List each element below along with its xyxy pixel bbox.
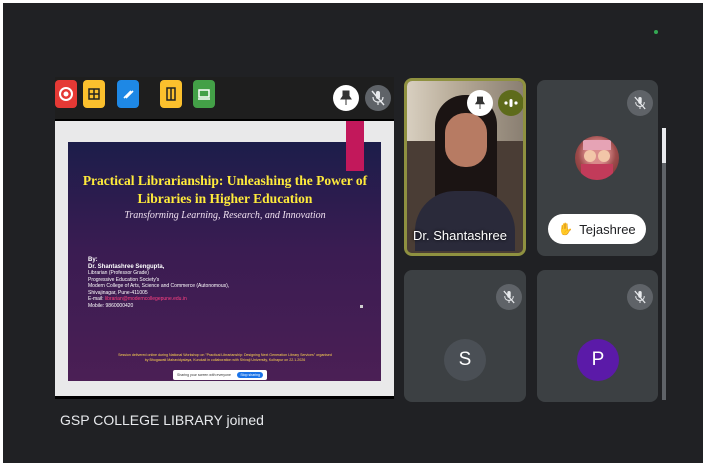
scrollbar-thumb[interactable] <box>662 128 666 163</box>
participant-tile-tejashree[interactable]: ✋ Tejashree <box>537 80 658 256</box>
pin-icon[interactable] <box>333 85 359 111</box>
screen-share-chip: Sharing your screen with everyone Stop s… <box>173 370 267 380</box>
participant-tile-s[interactable]: S <box>404 270 526 402</box>
slide-footnote: Session delivered online during National… <box>118 353 332 362</box>
scrollbar-track[interactable] <box>662 128 666 400</box>
presentation-toolbar <box>55 77 394 119</box>
participant-tile-p[interactable]: P <box>537 270 658 402</box>
mic-off-icon <box>627 90 653 116</box>
pin-icon[interactable] <box>467 90 493 116</box>
presentation-tile[interactable]: Practical Librarianship: Unleashing the … <box>55 77 394 399</box>
avatar <box>575 136 619 180</box>
cursor <box>360 305 363 308</box>
raise-hand-icon: ✋ <box>558 222 574 236</box>
document-icon[interactable] <box>193 80 215 108</box>
avatar: P <box>577 339 619 381</box>
pencil-icon[interactable] <box>117 80 139 108</box>
slide-subtitle: Transforming Learning, Research, and Inn… <box>124 210 326 221</box>
mic-off-icon <box>496 284 522 310</box>
mic-off-icon <box>627 284 653 310</box>
status-dot <box>654 30 658 34</box>
panel-icon[interactable] <box>160 80 182 108</box>
slide-accent-bar <box>346 121 364 171</box>
slide-title: Practical Librarianship: Unleashing the … <box>82 173 368 206</box>
record-icon[interactable] <box>55 80 77 108</box>
stop-sharing-button[interactable]: Stop sharing <box>237 372 263 378</box>
avatar: S <box>444 339 486 381</box>
grid-icon[interactable] <box>83 80 105 108</box>
mic-off-icon <box>365 85 391 111</box>
participant-tile-dr-shantashree[interactable]: Dr. Shantashree <box>404 78 526 256</box>
speaking-indicator-icon <box>498 90 523 116</box>
participant-name-pill: ✋ Tejashree <box>548 214 646 244</box>
participant-name: Dr. Shantashree <box>413 228 507 243</box>
join-notification: GSP COLLEGE LIBRARY joined <box>60 412 264 428</box>
slide-author-block: By: Dr. Shantashree Sengupta, Librarian … <box>88 257 230 309</box>
